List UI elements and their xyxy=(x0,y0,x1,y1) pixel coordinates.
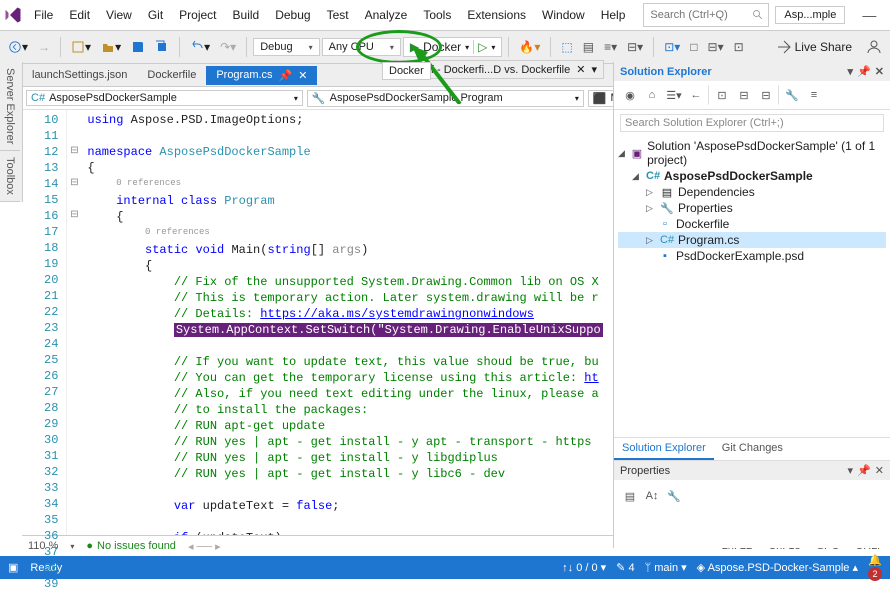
branch-indicator[interactable]: ᛘ main ▾ xyxy=(645,561,687,574)
open-button[interactable]: ▾ xyxy=(97,36,125,58)
solution-explorer-title: Solution Explorer ▾📌✕ xyxy=(614,62,890,81)
tab-dockerfile[interactable]: Dockerfile xyxy=(137,66,206,84)
tab-launchsettings[interactable]: launchSettings.json xyxy=(22,66,137,84)
fold-gutter[interactable]: ⊟ ⊟ ⊟ xyxy=(67,110,81,535)
line-number-gutter: 1011121314151617181920212223242526272829… xyxy=(40,110,67,535)
status-output-icon[interactable]: ▣ xyxy=(8,561,18,574)
menu-test[interactable]: Test xyxy=(319,4,357,26)
menu-git[interactable]: Git xyxy=(140,4,171,26)
issues-indicator[interactable]: ● No issues found xyxy=(86,540,176,552)
menu-help[interactable]: Help xyxy=(593,4,634,26)
platform-dropdown[interactable]: Any CPU xyxy=(322,38,401,56)
se-collapse-icon[interactable]: ⊟ xyxy=(756,85,776,105)
solution-name[interactable]: Asp...mple xyxy=(775,6,845,24)
live-share-button[interactable]: Live Share xyxy=(769,36,860,58)
se-search-input[interactable]: Search Solution Explorer (Ctrl+;) xyxy=(620,114,884,132)
account-icon[interactable] xyxy=(862,35,886,59)
right-panel-tabs: Solution Explorer Git Changes xyxy=(614,437,890,460)
tool-icon-8[interactable]: ⊡ xyxy=(730,36,748,58)
pin-panel-icon[interactable]: 📌 xyxy=(857,65,871,78)
tree-solution-root[interactable]: ◢▣Solution 'AsposePsdDockerSample' (1 of… xyxy=(618,138,886,168)
solution-explorer-panel: Solution Explorer ▾📌 ✕ ◉ ⌂ ☰▾ ← ⊡ ⊟ ⊟ 🔧 ≡… xyxy=(613,62,890,548)
tool-icon-3[interactable]: ≡▾ xyxy=(600,36,621,58)
menu-view[interactable]: View xyxy=(98,4,140,26)
nav-fwd-button[interactable]: → xyxy=(34,36,54,58)
tree-program-cs[interactable]: ▷C#Program.cs xyxy=(618,232,886,248)
run-target-dropdown[interactable]: ▶ Docker▾ ▷▾ xyxy=(403,37,503,57)
menu-build[interactable]: Build xyxy=(225,4,268,26)
tool-icon-6[interactable]: □ xyxy=(686,36,701,58)
pin-icon[interactable]: 📌 xyxy=(279,69,293,82)
se-sync-icon[interactable]: ☰▾ xyxy=(664,85,684,105)
tab-solution-explorer[interactable]: Solution Explorer xyxy=(614,438,714,460)
new-button[interactable]: ▾ xyxy=(67,36,95,58)
status-bar: ▣ Ready ↑↓ 0 / 0 ▾ ✎ 4 ᛘ main ▾ ◈ Aspose… xyxy=(0,556,890,579)
tool-icon-7[interactable]: ⊟▾ xyxy=(704,36,728,58)
menu-edit[interactable]: Edit xyxy=(61,4,98,26)
vertical-tool-tabs: Server Explorer Toolbox xyxy=(0,62,23,202)
nav-back-button[interactable]: ▾ xyxy=(4,36,32,58)
tab-git-changes[interactable]: Git Changes xyxy=(714,438,791,460)
tool-icon-1[interactable]: ⬚ xyxy=(557,36,576,58)
redo-button[interactable]: ↷▾ xyxy=(216,36,240,58)
se-view-icon[interactable]: ≡ xyxy=(804,85,824,105)
props-cat-icon[interactable]: ▤ xyxy=(620,486,640,506)
tool-icon-5[interactable]: ⊡▾ xyxy=(660,36,684,58)
close-tab-icon[interactable]: ✕ xyxy=(298,69,307,82)
solution-tree[interactable]: ◢▣Solution 'AsposePsdDockerSample' (1 of… xyxy=(614,136,890,437)
se-props-icon[interactable]: 🔧 xyxy=(778,85,802,105)
se-back-icon[interactable]: ← xyxy=(686,85,706,105)
server-explorer-tab[interactable]: Server Explorer xyxy=(0,62,20,151)
tool-icon-4[interactable]: ⊟▾ xyxy=(623,36,647,58)
toolbox-tab[interactable]: Toolbox xyxy=(0,151,20,202)
undo-button[interactable]: ▾ xyxy=(186,36,214,58)
quick-search-input[interactable] xyxy=(648,8,752,22)
tree-psd-file[interactable]: ▪PsdDockerExample.psd xyxy=(618,248,886,264)
live-share-icon xyxy=(777,40,791,54)
menu-tools[interactable]: Tools xyxy=(415,4,459,26)
menu-window[interactable]: Window xyxy=(534,4,593,26)
vs-logo-icon xyxy=(4,1,22,29)
annotation-tooltip: Docker xyxy=(382,62,431,80)
title-bar: FileEditViewGitProjectBuildDebugTestAnal… xyxy=(0,0,890,31)
tree-properties[interactable]: ▷🔧Properties xyxy=(618,200,886,216)
menu-debug[interactable]: Debug xyxy=(267,4,318,26)
properties-panel: Properties▾📌✕ ▤ A↕ 🔧 xyxy=(614,460,890,548)
close-panel-icon[interactable]: ✕ xyxy=(875,65,884,78)
se-toolbar: ◉ ⌂ ☰▾ ← ⊡ ⊟ ⊟ 🔧 ≡ xyxy=(614,81,890,110)
play-icon: ▶ xyxy=(410,40,419,54)
quick-search[interactable] xyxy=(643,3,769,27)
se-home-icon2[interactable]: ⌂ xyxy=(642,85,662,105)
nav-project-dropdown[interactable]: C#AsposePsdDockerSample xyxy=(26,90,303,106)
props-wrench-icon[interactable]: 🔧 xyxy=(664,486,684,506)
tab-program-cs[interactable]: Program.cs 📌 ✕ xyxy=(206,66,317,85)
error-count[interactable]: ↑↓ 0 / 0 ▾ xyxy=(562,561,606,574)
hot-reload-button[interactable]: 🔥▾ xyxy=(515,36,544,58)
se-tool-icon[interactable]: ⊡ xyxy=(708,85,732,105)
minimize-button[interactable]: — xyxy=(851,1,887,29)
menu-file[interactable]: File xyxy=(26,4,61,26)
repo-indicator[interactable]: ◈ Aspose.PSD-Docker-Sample ▴ xyxy=(697,561,858,574)
tree-dockerfile[interactable]: ▫Dockerfile xyxy=(618,216,886,232)
warning-count[interactable]: ✎ 4 xyxy=(616,561,634,574)
se-home-icon[interactable]: ◉ xyxy=(620,85,640,105)
se-refresh-icon[interactable]: ⊟ xyxy=(734,85,754,105)
notifications-icon[interactable]: 🔔2 xyxy=(868,554,882,581)
search-icon xyxy=(752,9,764,21)
menu-project[interactable]: Project xyxy=(171,4,224,26)
menu-analyze[interactable]: Analyze xyxy=(357,4,416,26)
config-dropdown[interactable]: Debug xyxy=(253,38,319,56)
nav-class-dropdown[interactable]: 🔧AsposePsdDockerSample.Program xyxy=(307,90,584,107)
menu-extensions[interactable]: Extensions xyxy=(459,4,534,26)
props-az-icon[interactable]: A↕ xyxy=(642,486,662,506)
panel-dropdown-icon[interactable]: ▾ xyxy=(848,65,854,78)
save-button[interactable] xyxy=(127,36,149,58)
save-all-button[interactable] xyxy=(151,36,173,58)
close-diff-icon[interactable]: ✕ xyxy=(576,63,585,76)
tool-icon-2[interactable]: ▤ xyxy=(579,36,598,58)
tree-project[interactable]: ◢C#AsposePsdDockerSample xyxy=(618,168,886,184)
tree-dependencies[interactable]: ▷▤Dependencies xyxy=(618,184,886,200)
